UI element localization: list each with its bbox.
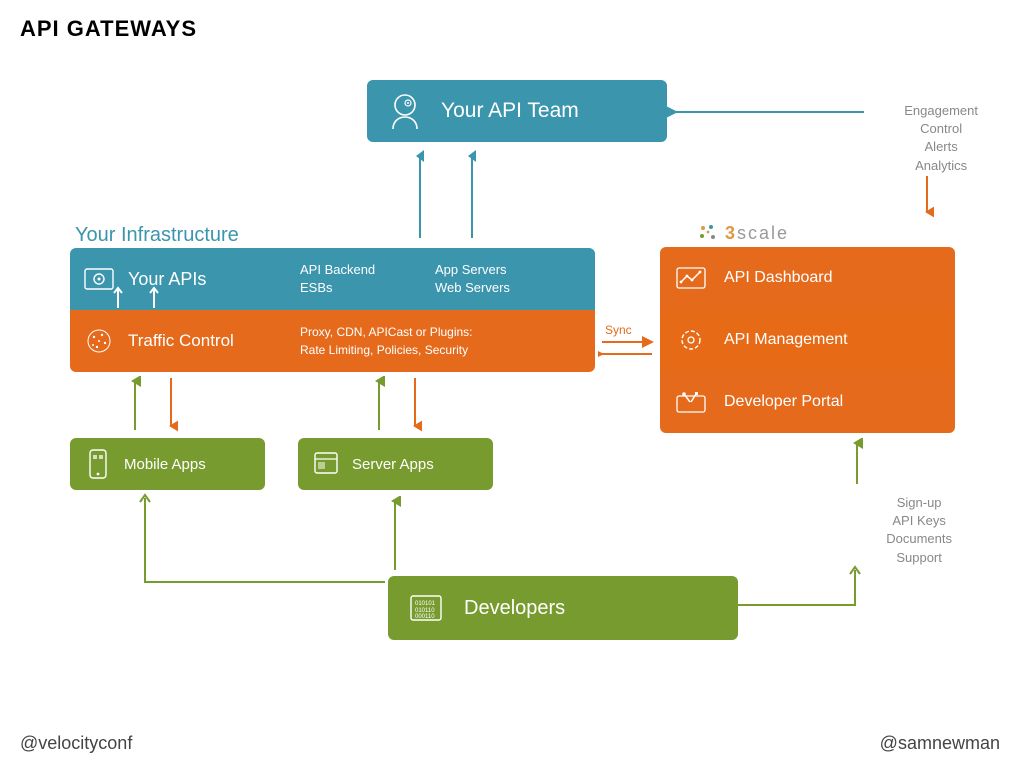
- mobile-apps-box: Mobile Apps: [70, 438, 265, 490]
- your-apis-label: Your APIs: [128, 269, 206, 290]
- globe-icon: [84, 327, 114, 355]
- head-gear-icon: [385, 91, 425, 131]
- binary-icon: 010101010110000110: [410, 594, 442, 622]
- api-management-row: API Management: [660, 309, 955, 371]
- threescale-box: API Dashboard API Management Developer P…: [660, 247, 955, 433]
- arrow-up-icon: [372, 376, 386, 432]
- management-icon: [676, 328, 706, 352]
- traffic-detail-2: Rate Limiting, Policies, Security: [300, 341, 473, 359]
- developer-portal-row: Developer Portal: [660, 371, 955, 433]
- threescale-brand: 3scale: [697, 222, 789, 244]
- developers-box: 010101010110000110 Developers: [388, 576, 738, 640]
- gear-icon: [84, 267, 114, 291]
- developers-label: Developers: [464, 597, 565, 620]
- arrow-up-icon: [465, 150, 479, 240]
- browser-icon: [314, 449, 338, 479]
- arrow-elbow-icon: [135, 492, 395, 592]
- api-team-label: Your API Team: [441, 99, 579, 123]
- infrastructure-label: Your Infrastructure: [75, 224, 239, 247]
- arrow-up-icon: [128, 376, 142, 432]
- threescale-logo-icon: [697, 222, 719, 244]
- api-backend-label: API Backend: [300, 261, 435, 279]
- arrow-up-icon: [850, 438, 864, 486]
- arrow-down-icon: [164, 376, 178, 432]
- web-servers-label: Web Servers: [435, 279, 510, 297]
- signup-annotation: Sign-up API Keys Documents Support: [886, 494, 952, 567]
- footer-left: @velocityconf: [20, 733, 132, 754]
- svg-text:010101: 010101: [415, 601, 436, 607]
- arrow-up-icon: [148, 286, 160, 310]
- server-apps-box: Server Apps: [298, 438, 493, 490]
- sync-arrows-icon: [598, 336, 658, 360]
- api-dashboard-label: API Dashboard: [724, 269, 833, 287]
- arrow-up-icon: [388, 496, 402, 572]
- engagement-annotation: Engagement Control Alerts Analytics: [904, 102, 978, 175]
- dashboard-icon: [676, 266, 706, 290]
- api-dashboard-row: API Dashboard: [660, 247, 955, 309]
- mobile-apps-label: Mobile Apps: [124, 456, 206, 473]
- arrow-down-icon: [920, 174, 934, 218]
- threescale-label: 3scale: [725, 223, 789, 244]
- arrow-up-icon: [413, 150, 427, 240]
- arrow-left-icon: [666, 105, 866, 119]
- arrow-elbow-icon: [735, 565, 875, 625]
- tools-icon: [676, 390, 706, 414]
- arrow-up-icon: [112, 286, 124, 310]
- api-management-label: API Management: [724, 331, 848, 349]
- app-servers-label: App Servers: [435, 261, 510, 279]
- api-team-box: Your API Team: [367, 80, 667, 142]
- svg-text:000110: 000110: [415, 614, 435, 620]
- mobile-icon: [86, 449, 110, 479]
- traffic-control-label: Traffic Control: [128, 331, 234, 351]
- arrow-down-icon: [408, 376, 422, 432]
- page-title: API GATEWAYS: [20, 16, 197, 42]
- traffic-control-box: Traffic Control Proxy, CDN, APICast or P…: [70, 310, 595, 372]
- developer-portal-label: Developer Portal: [724, 393, 843, 411]
- server-apps-label: Server Apps: [352, 456, 434, 473]
- sync-label: Sync: [605, 323, 632, 337]
- footer-right: @samnewman: [880, 733, 1000, 754]
- esbs-label: ESBs: [300, 279, 435, 297]
- traffic-detail-1: Proxy, CDN, APICast or Plugins:: [300, 323, 473, 341]
